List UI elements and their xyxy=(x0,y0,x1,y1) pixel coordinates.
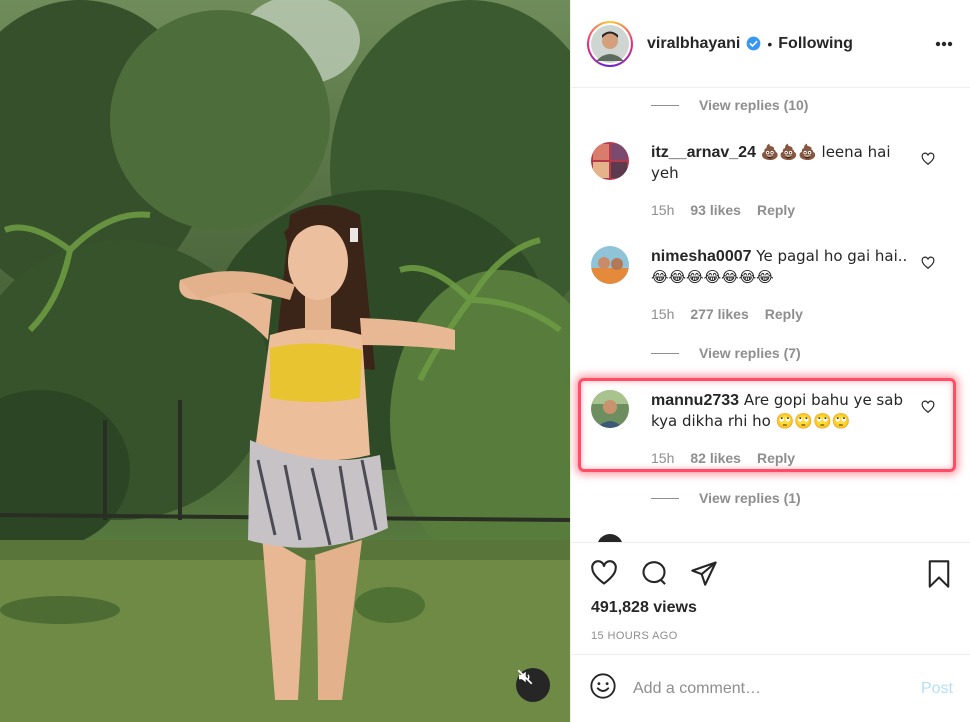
view-replies-button[interactable]: View replies (10) xyxy=(651,97,808,113)
video-frame xyxy=(0,0,570,722)
comment-text: itz__arnav_24 💩💩💩 leena hai yeh xyxy=(651,142,913,184)
author-username[interactable]: viralbhayani xyxy=(647,35,740,53)
like-comment-heart-icon[interactable] xyxy=(921,152,935,171)
comment-username[interactable]: itz__arnav_24 xyxy=(651,144,756,161)
commenter-avatar[interactable] xyxy=(591,390,629,428)
comment-time: 15h xyxy=(651,450,675,466)
comment-reply-button[interactable]: Reply xyxy=(757,202,795,218)
comment-time: 15h xyxy=(651,202,675,218)
post-media-video[interactable] xyxy=(0,0,570,722)
author-avatar[interactable] xyxy=(587,20,633,67)
header-separator: • xyxy=(767,35,773,52)
view-replies-label: View replies (1) xyxy=(699,490,801,506)
comment-reply-button[interactable]: Reply xyxy=(765,306,803,322)
comment-item: mannu2733 Are gopi bahu ye sab kya dikha… xyxy=(591,390,961,480)
comment-likes[interactable]: 93 likes xyxy=(690,202,741,218)
view-replies-label: View replies (10) xyxy=(699,97,809,113)
comment-time: 15h xyxy=(651,306,675,322)
commenter-avatar[interactable] xyxy=(591,142,629,180)
view-count[interactable]: 491,828 views xyxy=(591,599,697,617)
add-comment-bar: Post xyxy=(571,654,970,722)
verified-badge-icon xyxy=(746,36,761,51)
post-header: viralbhayani • Following xyxy=(571,0,970,88)
comment-text: nimesha0007 Ye pagal ho gai hai..😂😂😂😂😂😂😂 xyxy=(651,246,913,288)
author-avatar-image xyxy=(591,24,629,63)
view-replies-button[interactable]: View replies (7) xyxy=(651,345,801,361)
heart-icon[interactable] xyxy=(589,559,619,592)
comment-icon[interactable] xyxy=(639,559,669,592)
comment-reply-button[interactable]: Reply xyxy=(757,450,795,466)
more-options-icon[interactable] xyxy=(935,34,953,52)
comment-username[interactable]: mannu2733 xyxy=(651,392,739,409)
share-icon[interactable] xyxy=(689,559,719,592)
post-actions: 491,828 views 15 HOURS AGO xyxy=(571,542,970,654)
view-replies-label: View replies (7) xyxy=(699,345,801,361)
view-replies-button[interactable]: View replies (1) xyxy=(651,490,801,506)
like-comment-heart-icon[interactable] xyxy=(921,256,935,275)
comment-likes[interactable]: 82 likes xyxy=(690,450,741,466)
commenter-avatar[interactable] xyxy=(591,246,629,284)
comment-meta: 15h 93 likes Reply xyxy=(651,202,795,218)
comment-text: mannu2733 Are gopi bahu ye sab kya dikha… xyxy=(651,390,913,432)
commenter-avatar-partial xyxy=(597,534,623,542)
emoji-icon[interactable] xyxy=(589,672,617,705)
volume-off-button[interactable] xyxy=(516,668,550,702)
bookmark-icon[interactable] xyxy=(925,559,953,594)
post-timestamp[interactable]: 15 HOURS AGO xyxy=(591,630,678,642)
comment-likes[interactable]: 277 likes xyxy=(690,306,748,322)
comment-meta: 15h 277 likes Reply xyxy=(651,306,803,322)
comment-item: nimesha0007 Ye pagal ho gai hai..😂😂😂😂😂😂😂… xyxy=(591,246,961,336)
post-side-panel: viralbhayani • Following View replies (1… xyxy=(570,0,970,722)
comment-item: itz__arnav_24 💩💩💩 leena hai yeh 15h 93 l… xyxy=(591,142,961,232)
comments-list[interactable]: View replies (10) itz__arnav_24 💩💩💩 leen… xyxy=(571,88,970,542)
comment-meta: 15h 82 likes Reply xyxy=(651,450,795,466)
post-comment-button[interactable]: Post xyxy=(921,680,953,698)
like-comment-heart-icon[interactable] xyxy=(921,400,935,419)
comment-input[interactable] xyxy=(633,679,903,698)
comment-username[interactable]: nimesha0007 xyxy=(651,248,752,265)
following-button[interactable]: Following xyxy=(778,35,853,53)
